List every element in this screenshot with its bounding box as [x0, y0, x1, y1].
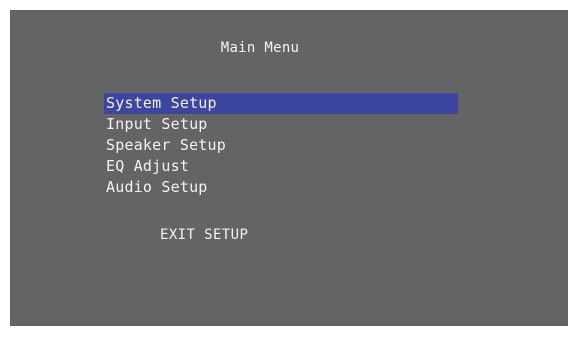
menu-item-system-setup[interactable]: System Setup — [104, 93, 458, 114]
osd-screen: Main Menu System Setup Input Setup Speak… — [10, 10, 568, 326]
main-menu-list: System Setup Input Setup Speaker Setup E… — [104, 93, 458, 198]
exit-setup-button[interactable]: EXIT SETUP — [160, 227, 248, 243]
menu-title: Main Menu — [220, 40, 300, 56]
menu-item-audio-setup[interactable]: Audio Setup — [104, 177, 458, 198]
menu-item-eq-adjust[interactable]: EQ Adjust — [104, 156, 458, 177]
menu-item-input-setup[interactable]: Input Setup — [104, 114, 458, 135]
menu-item-speaker-setup[interactable]: Speaker Setup — [104, 135, 458, 156]
